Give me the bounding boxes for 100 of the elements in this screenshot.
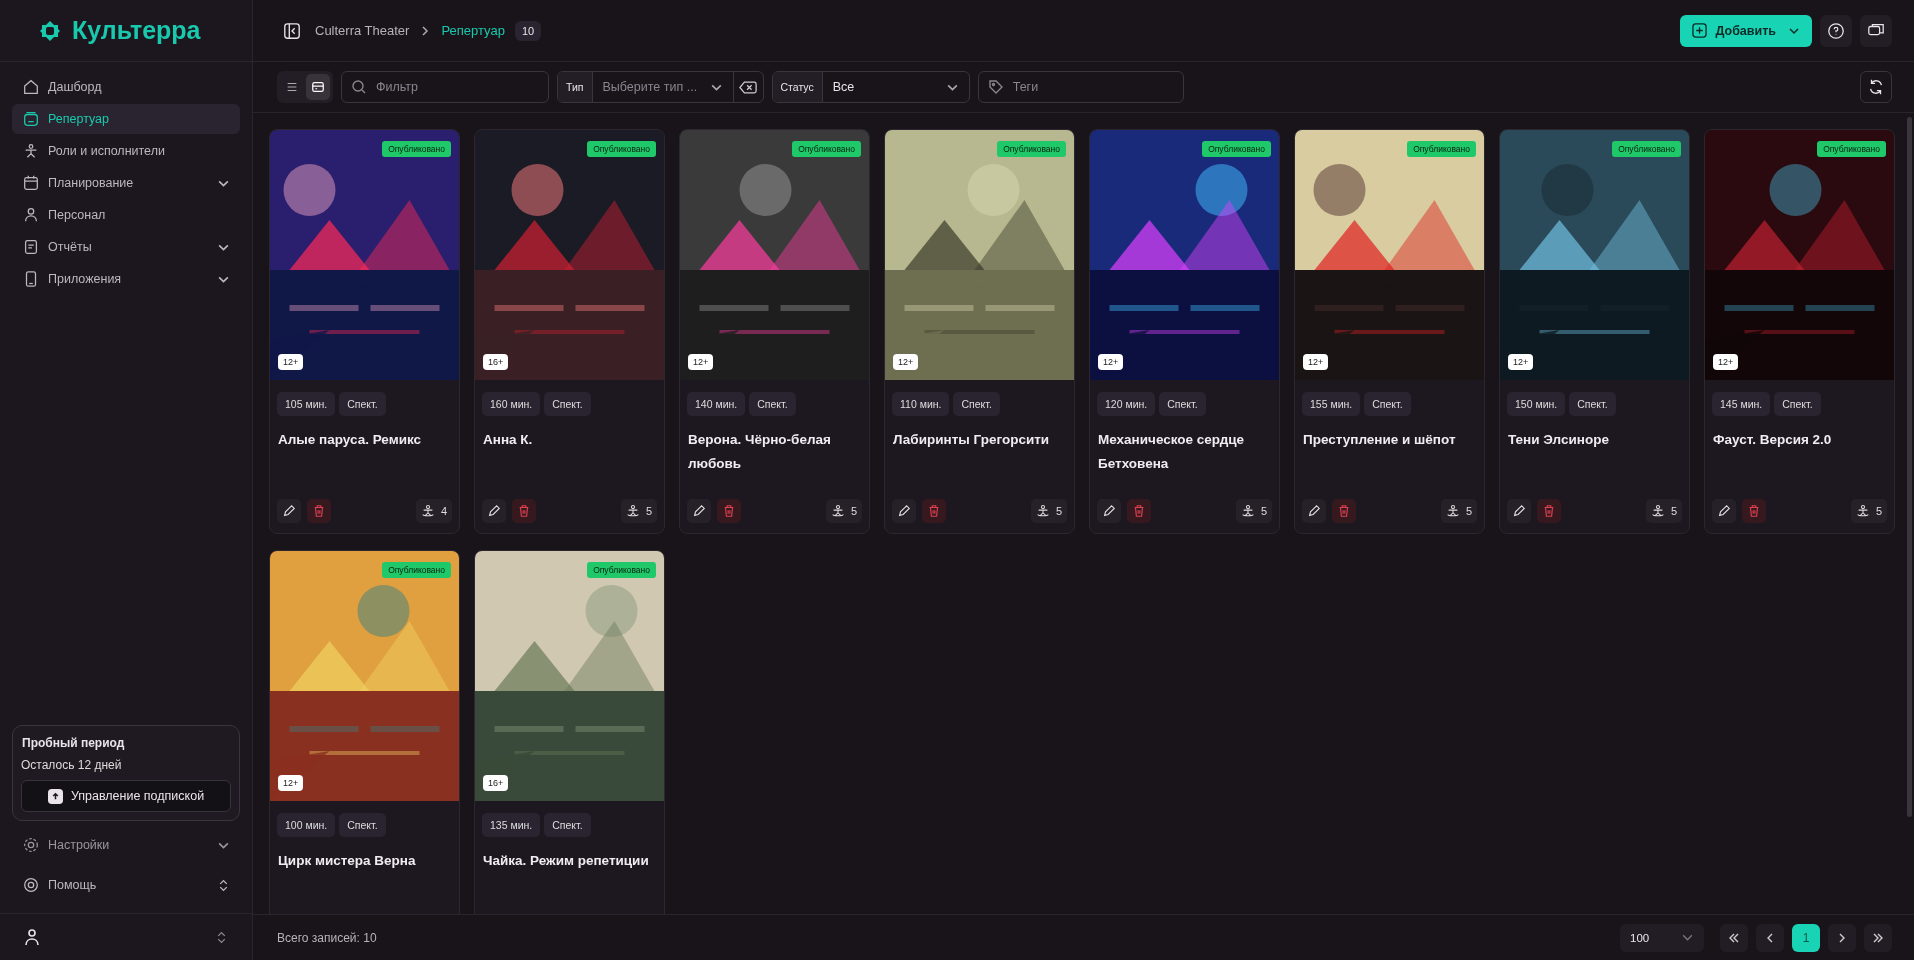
edit-button[interactable] xyxy=(687,499,711,523)
add-button[interactable]: Добавить xyxy=(1680,14,1812,47)
delete-button[interactable] xyxy=(1127,499,1151,523)
nav-item[interactable]: Отчёты xyxy=(12,232,240,262)
nav-item[interactable]: Планирование xyxy=(12,168,240,198)
tags-field[interactable]: Теги xyxy=(977,71,1184,103)
roles-button[interactable]: 5 xyxy=(1645,499,1682,523)
roles-button[interactable]: 5 xyxy=(620,499,657,523)
plus-icon xyxy=(1692,23,1708,38)
delete-button[interactable] xyxy=(1332,499,1356,523)
trash-icon xyxy=(1132,504,1146,518)
show-card[interactable]: Опубликовано 12+ 145 мин. Спект. Фауст. Версия 2.0 5 xyxy=(1704,129,1895,534)
manage-subscription-button[interactable]: Управление подпиской xyxy=(21,780,231,812)
people-icon xyxy=(830,504,845,518)
first-page-button[interactable] xyxy=(1720,923,1748,952)
roles-button[interactable]: 5 xyxy=(1850,499,1887,523)
status-badge: Опубликовано xyxy=(1817,141,1886,157)
status-badge: Опубликовано xyxy=(382,141,451,157)
show-card[interactable]: Опубликовано 12+ 155 мин. Спект. Преступление и шёпот 5 xyxy=(1294,129,1485,534)
trash-icon xyxy=(312,504,326,518)
show-title: Анна К. xyxy=(482,431,534,449)
delete-button[interactable] xyxy=(717,499,741,523)
age-badge: 12+ xyxy=(1098,354,1124,370)
help-button[interactable] xyxy=(1820,14,1852,47)
brand-name: Культерра xyxy=(72,16,201,45)
page-button[interactable]: 1 xyxy=(1792,923,1820,952)
roles-button[interactable]: 5 xyxy=(1030,499,1067,523)
roles-button[interactable]: 4 xyxy=(415,499,452,523)
age-badge: 12+ xyxy=(278,354,304,370)
edit-button[interactable] xyxy=(1507,499,1531,523)
card-icon xyxy=(311,80,325,94)
nav-item[interactable]: Дашборд xyxy=(12,72,240,102)
scrollbar[interactable] xyxy=(1907,117,1912,817)
calendar-icon xyxy=(22,174,40,192)
grid-view-button[interactable] xyxy=(306,74,330,100)
status-badge: Опубликовано xyxy=(382,562,451,578)
nav-item[interactable]: Репертуар xyxy=(12,104,240,134)
age-badge: 12+ xyxy=(1713,354,1739,370)
people-icon xyxy=(1445,504,1460,518)
home-icon xyxy=(22,78,40,96)
upload-icon xyxy=(47,788,63,804)
nav-item[interactable]: Роли и исполнители xyxy=(12,136,240,166)
edit-button[interactable] xyxy=(892,499,916,523)
next-page-button[interactable] xyxy=(1828,923,1856,952)
duration-tag: 155 мин. xyxy=(1302,392,1361,416)
roles-button[interactable]: 5 xyxy=(825,499,862,523)
edit-button[interactable] xyxy=(1097,499,1121,523)
roles-button[interactable]: 5 xyxy=(1235,499,1272,523)
type-tag: Спект. xyxy=(1159,392,1206,416)
refresh-button[interactable] xyxy=(1860,71,1892,103)
status-badge: Опубликовано xyxy=(997,141,1066,157)
delete-button[interactable] xyxy=(512,499,536,523)
status-badge: Опубликовано xyxy=(792,141,861,157)
show-title: Верона. Чёрно-белая любовь xyxy=(687,431,832,473)
page-size-select[interactable]: 100 xyxy=(1620,923,1704,952)
roles-button[interactable]: 5 xyxy=(1440,499,1477,523)
show-card[interactable]: Опубликовано 16+ 135 мин. Спект. Чайка. Режим репетиции xyxy=(474,550,665,914)
duration-tag: 135 мин. xyxy=(482,813,541,837)
show-card[interactable]: Опубликовано 12+ 100 мин. Спект. Цирк мистера Верна xyxy=(269,550,460,914)
person-icon xyxy=(22,206,40,224)
sidebar-toggle-icon[interactable] xyxy=(283,21,301,40)
last-page-button[interactable] xyxy=(1864,923,1892,952)
show-title: Преступление и шёпот xyxy=(1302,431,1457,449)
lifebuoy-icon xyxy=(22,876,40,894)
nav-item[interactable]: Настройки xyxy=(12,829,240,861)
previous-page-button[interactable] xyxy=(1756,923,1784,952)
nav-item[interactable]: Помощь xyxy=(12,869,240,901)
delete-button[interactable] xyxy=(307,499,331,523)
delete-button[interactable] xyxy=(1537,499,1561,523)
filter-field[interactable]: Фильтр xyxy=(341,71,549,103)
double-chevron-right-icon xyxy=(1872,931,1884,944)
delete-button[interactable] xyxy=(922,499,946,523)
show-card[interactable]: Опубликовано 12+ 140 мин. Спект. Верона. Чёрно-белая любовь 5 xyxy=(679,129,870,534)
nav-item[interactable]: Приложения xyxy=(12,264,240,294)
edit-button[interactable] xyxy=(1302,499,1326,523)
refresh-icon xyxy=(1867,78,1885,96)
show-card[interactable]: Опубликовано 12+ 150 мин. Спект. Тени Элсиноре 5 xyxy=(1499,129,1690,534)
show-card[interactable]: Опубликовано 16+ 160 мин. Спект. Анна К. 5 xyxy=(474,129,665,534)
edit-button[interactable] xyxy=(1712,499,1736,523)
chevron-updown-icon[interactable] xyxy=(215,930,228,944)
settings-icon xyxy=(22,836,40,854)
user-icon[interactable] xyxy=(22,927,42,947)
people-icon xyxy=(1650,504,1665,518)
show-card[interactable]: Опубликовано 12+ 105 мин. Спект. Алые паруса. Ремикс 4 xyxy=(269,129,460,534)
trash-icon xyxy=(517,504,531,518)
edit-button[interactable] xyxy=(277,499,301,523)
delete-button[interactable] xyxy=(1742,499,1766,523)
trash-icon xyxy=(1337,504,1351,518)
chat-button[interactable] xyxy=(1860,14,1892,47)
show-card[interactable]: Опубликовано 12+ 120 мин. Спект. Механическое сердце Бетховена 5 xyxy=(1089,129,1280,534)
show-title: Механическое сердце Бетховена xyxy=(1097,431,1246,473)
people-icon xyxy=(1855,504,1870,518)
status-badge: Опубликовано xyxy=(1407,141,1476,157)
duration-tag: 105 мин. xyxy=(277,392,336,416)
show-card[interactable]: Опубликовано 12+ 110 мин. Спект. Лабиринты Грегорсити 5 xyxy=(884,129,1075,534)
edit-button[interactable] xyxy=(482,499,506,523)
nav-item[interactable]: Персонал xyxy=(12,200,240,230)
show-title: Тени Элсиноре xyxy=(1507,431,1610,449)
duration-tag: 160 мин. xyxy=(482,392,541,416)
breadcrumb-link[interactable]: Culterra Theater xyxy=(315,23,410,38)
